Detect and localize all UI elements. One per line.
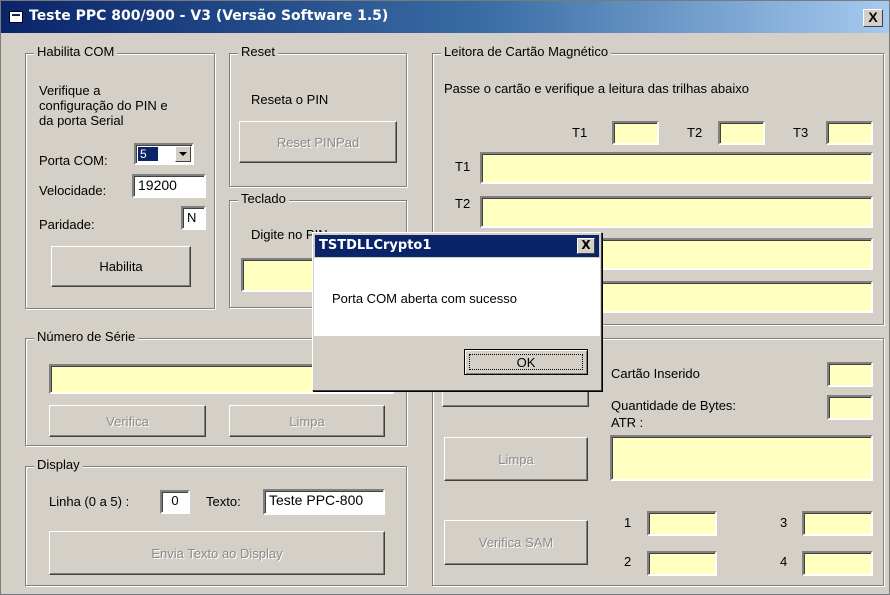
velocidade-input[interactable]: 19200 <box>132 174 206 198</box>
slot-3-field[interactable] <box>802 511 873 536</box>
porta-com-selected-value: 5 <box>138 147 158 161</box>
linha-label: Linha (0 a 5) : <box>49 494 130 509</box>
paridade-input[interactable]: N <box>181 206 206 230</box>
linha-input[interactable]: 0 <box>160 490 190 514</box>
numero-serie-legend: Número de Série <box>34 329 139 344</box>
verifica-button[interactable]: Verifica <box>49 405 206 437</box>
slot-3-label: 3 <box>780 515 788 530</box>
dialog-ok-button[interactable]: OK <box>464 349 588 375</box>
porta-com-label: Porta COM: <box>39 153 108 168</box>
t2-count-field[interactable] <box>718 121 765 145</box>
t1-count-field[interactable] <box>612 121 659 145</box>
slot-2-label: 2 <box>624 554 632 569</box>
texto-input[interactable]: Teste PPC-800 <box>263 489 385 515</box>
habilita-button[interactable]: Habilita <box>51 246 191 287</box>
message-dialog: TSTDLLCrypto1 X Porta COM aberta com suc… <box>312 232 602 391</box>
slot-1-label: 1 <box>624 515 632 530</box>
window-close-button[interactable]: X <box>863 9 883 27</box>
instruction-line-1: Verifique a <box>39 83 101 98</box>
title-bar[interactable]: Teste PPC 800/900 - V3 (Versão Software … <box>1 1 889 33</box>
habilita-com-legend: Habilita COM <box>34 44 118 59</box>
slot-1-field[interactable] <box>647 511 717 536</box>
quantidade-bytes-label: Quantidade de Bytes: <box>611 398 737 413</box>
dialog-message: Porta COM aberta com sucesso <box>332 291 517 306</box>
reset-text: Reseta o PIN <box>251 92 329 107</box>
dialog-title-bar[interactable]: TSTDLLCrypto1 X <box>315 235 599 257</box>
t3-count-field[interactable] <box>826 121 873 145</box>
teclado-legend: Teclado <box>238 191 289 206</box>
verifica-sam-button[interactable]: Verifica SAM <box>444 520 588 565</box>
reset-legend: Reset <box>238 44 278 59</box>
leitora-instruction: Passe o cartão e verifique a leitura das… <box>444 81 749 96</box>
display-legend: Display <box>34 457 83 472</box>
t3-count-label: T3 <box>793 125 809 140</box>
instruction-line-3: da porta Serial <box>39 113 124 128</box>
track-t2-field[interactable] <box>480 196 873 228</box>
atr-label: ATR : <box>611 415 644 430</box>
reset-group: Reset <box>229 44 407 187</box>
velocidade-label: Velocidade: <box>39 183 107 198</box>
numero-serie-limpa-button[interactable]: Limpa <box>229 405 385 437</box>
smartcard-limpa-button[interactable]: Limpa <box>444 437 588 481</box>
cartao-inserido-label: Cartão Inserido <box>611 366 700 381</box>
porta-com-select[interactable]: 5 <box>134 143 194 165</box>
leitora-legend: Leitora de Cartão Magnético <box>441 44 612 59</box>
dialog-close-button[interactable]: X <box>577 238 595 254</box>
track-t1-field[interactable] <box>480 152 873 184</box>
envia-texto-button[interactable]: Envia Texto ao Display <box>49 531 385 575</box>
dialog-title: TSTDLLCrypto1 <box>319 238 432 253</box>
quantidade-bytes-field[interactable] <box>827 395 873 420</box>
app-icon <box>9 11 23 23</box>
instruction-line-2: configuração do PIN e <box>39 98 168 113</box>
t2-count-label: T2 <box>687 125 703 140</box>
chevron-down-icon[interactable] <box>175 146 191 162</box>
track-t1-label: T1 <box>455 159 471 174</box>
window-title: Teste PPC 800/900 - V3 (Versão Software … <box>29 8 389 24</box>
paridade-label: Paridade: <box>39 217 95 232</box>
slot-4-label: 4 <box>780 554 788 569</box>
slot-4-field[interactable] <box>802 551 873 576</box>
dialog-body: Porta COM aberta com sucesso <box>314 258 600 336</box>
main-window: Teste PPC 800/900 - V3 (Versão Software … <box>0 0 890 595</box>
texto-label: Texto: <box>206 494 241 509</box>
slot-2-field[interactable] <box>647 551 717 576</box>
focus-rect <box>469 354 583 370</box>
reset-pinpad-button[interactable]: Reset PINPad <box>239 121 397 163</box>
t1-count-label: T1 <box>572 125 588 140</box>
atr-field[interactable] <box>610 435 873 481</box>
cartao-inserido-field[interactable] <box>827 362 873 387</box>
track-t2-label: T2 <box>455 196 471 211</box>
